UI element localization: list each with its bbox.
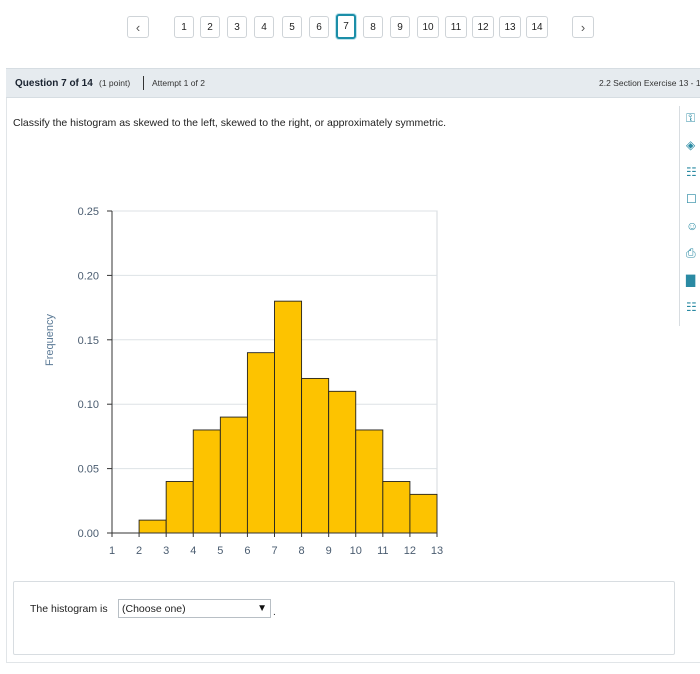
print-icon[interactable]: ⎙: [686, 245, 700, 261]
y-tick-label: 0.15: [78, 335, 99, 347]
chevron-right-icon: ›: [580, 19, 586, 35]
histogram-bar: [409, 493, 438, 534]
key-icon[interactable]: ⚿: [686, 110, 700, 126]
histogram-bar: [274, 300, 303, 534]
page-button-10[interactable]: 10: [417, 16, 439, 38]
histogram-bar: [165, 481, 194, 534]
histogram-bar: [192, 429, 221, 534]
x-tick-label: 1: [109, 545, 115, 557]
x-tick-label: 10: [350, 545, 362, 557]
section-title: 2.2 Section Exercise 13 - 1: [599, 78, 700, 88]
y-axis-label: Frequency: [44, 314, 56, 366]
x-tick-label: 9: [326, 545, 332, 557]
histogram-bar: [328, 390, 357, 534]
y-tick-label: 0.25: [78, 206, 99, 218]
answer-lead: The histogram is: [30, 603, 108, 615]
trailing-period: .: [273, 607, 276, 618]
tag-icon[interactable]: ◈: [686, 137, 700, 153]
histogram-bar: [219, 416, 248, 534]
x-tick-label: 2: [136, 545, 142, 557]
y-tick-label: 0.20: [78, 270, 99, 282]
page-button-1[interactable]: 1: [174, 16, 194, 38]
x-tick-label: 3: [163, 545, 169, 557]
histogram-bar: [301, 377, 330, 534]
page-button-3[interactable]: 3: [227, 16, 247, 38]
page-button-13[interactable]: 13: [499, 16, 521, 38]
histogram-bar: [246, 352, 275, 534]
page-button-9[interactable]: 9: [390, 16, 410, 38]
bar-chart-icon[interactable]: ▇: [686, 272, 700, 288]
x-tick-labels: 1 2 3 4 5 6 7 8 9 10 11 12 13: [109, 545, 443, 557]
page-button-2[interactable]: 2: [200, 16, 220, 38]
question-points: (1 point): [99, 78, 131, 88]
calculator-icon[interactable]: ☷: [686, 299, 700, 315]
dropdown-caret-icon: ▼: [257, 603, 267, 614]
y-tick-label: 0.00: [78, 528, 99, 540]
divider: [143, 76, 144, 90]
x-tick-label: 8: [299, 545, 305, 557]
presentation-icon[interactable]: ☐: [686, 191, 700, 207]
x-tick-label: 6: [244, 545, 250, 557]
histogram-bar: [382, 481, 411, 534]
question-prompt: Classify the histogram as skewed to the …: [13, 117, 447, 129]
notes-icon[interactable]: ☷: [686, 164, 700, 180]
x-tick-label: 4: [190, 545, 196, 557]
page-button-14[interactable]: 14: [526, 16, 548, 38]
page-button-6[interactable]: 6: [309, 16, 329, 38]
classification-select[interactable]: (Choose one) ▼: [118, 599, 271, 618]
question-header: Question 7 of 14 (1 point) Attempt 1 of …: [6, 68, 700, 98]
page-button-11[interactable]: 11: [445, 16, 467, 38]
page-button-4[interactable]: 4: [254, 16, 274, 38]
attempt-counter: Attempt 1 of 2: [152, 78, 205, 88]
x-tick-label: 5: [217, 545, 223, 557]
select-value: (Choose one): [122, 602, 186, 615]
answer-panel: The histogram is (Choose one) ▼ .: [13, 581, 675, 655]
x-tick-label: 11: [377, 545, 388, 557]
x-tick-label: 13: [431, 545, 443, 557]
histogram-bar: [138, 519, 167, 534]
next-question-button[interactable]: ›: [572, 16, 594, 38]
x-tick-label: 7: [271, 545, 277, 557]
x-tick-label: 12: [404, 545, 416, 557]
y-tick-label: 0.05: [78, 464, 99, 476]
page-button-5[interactable]: 5: [282, 16, 302, 38]
histogram-chart: 0.000.050.100.150.200.25 1 2 3 4 5 6 7 8 9 10 11 12…: [44, 206, 443, 557]
page-button-12[interactable]: 12: [472, 16, 494, 38]
question-number: Question 7 of 14: [15, 77, 93, 89]
y-tick-label: 0.10: [78, 399, 99, 411]
person-search-icon[interactable]: ☺: [686, 218, 700, 234]
chevron-left-icon: ‹: [135, 19, 141, 35]
y-tick-labels: 0.00 0.05 0.10 0.15 0.20 0.25: [78, 206, 99, 540]
tool-sidebar: ⚿ ◈ ☷ ☐ ☺ ⎙ ▇ ☷: [679, 106, 700, 326]
question-pager: ‹ 1 2 3 4 5 6 7 8 9 10 11 12 13 14 ›: [0, 14, 700, 40]
content-border-bottom: [6, 662, 700, 663]
prev-question-button[interactable]: ‹: [127, 16, 149, 38]
histogram-bar: [355, 429, 384, 534]
page-button-7[interactable]: 7: [336, 14, 356, 39]
page-button-8[interactable]: 8: [363, 16, 383, 38]
